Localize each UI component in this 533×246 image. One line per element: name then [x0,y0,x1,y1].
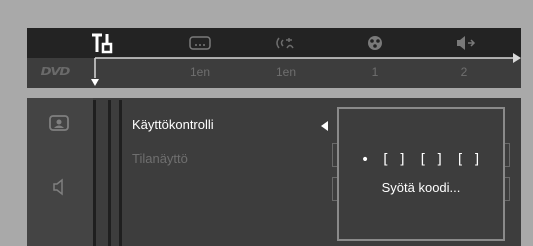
code-prompt: Syötä koodi... [381,180,461,195]
settings-panel: Käyttökontrolli Tilanäyttö • [ ] [ ] [ ]… [27,98,521,246]
panel-divider [108,100,111,246]
chevron-left-icon [321,121,328,131]
panel-divider [93,100,96,246]
selection-timeline [91,53,521,86]
code-slot-empty[interactable]: [ ] [456,152,481,168]
top-menu-bar: DVD 1en 1en 1 2 [27,28,521,88]
sound-settings-icon[interactable] [49,176,69,202]
code-slot-filled[interactable]: • [361,152,369,168]
settings-sidebar [27,98,93,246]
speaker-value: 2 [460,65,468,79]
screen-settings-icon[interactable] [47,113,71,137]
code-slot-empty[interactable]: [ ] [419,152,444,168]
code-entry-dialog: • [ ] [ ] [ ] Syötä koodi... [337,107,505,241]
menu-item-tilanaytto[interactable]: Tilanäyttö [132,151,188,166]
dvd-logo: DVD [40,65,71,78]
panel-divider [119,100,122,246]
code-slot-empty[interactable]: [ ] [381,152,406,168]
audio-value: 1en [275,65,297,79]
menu-item-kayttokontrolli[interactable]: Käyttökontrolli [132,117,214,132]
subtitle-value: 1en [189,65,211,79]
code-slots[interactable]: • [ ] [ ] [ ] [339,152,503,168]
angle-value: 1 [371,65,379,79]
